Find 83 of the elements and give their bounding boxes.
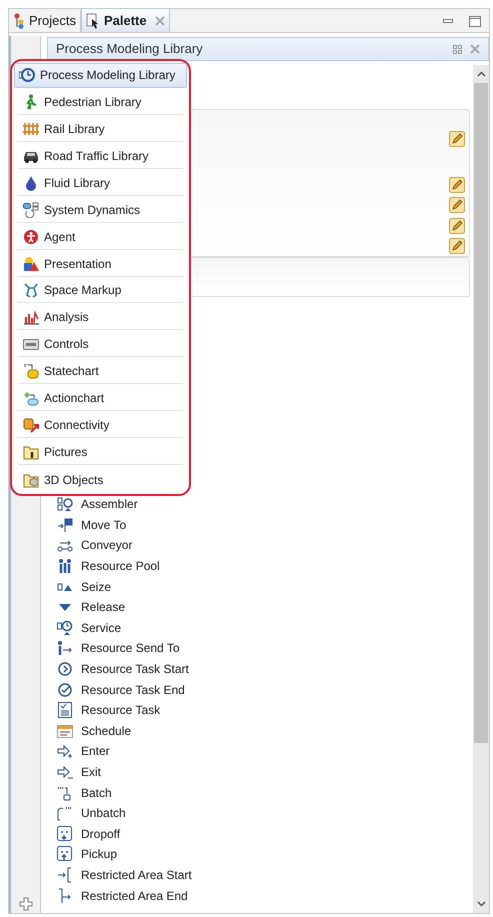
library-title: Process Modeling Library xyxy=(56,40,203,58)
palette-item[interactable]: Exit xyxy=(57,762,102,782)
pencil-icon[interactable] xyxy=(449,218,465,234)
palette-item[interactable]: Resource Pool xyxy=(57,556,160,576)
palette-item[interactable]: Assembler xyxy=(57,494,138,515)
library-menu-item[interactable]: Space Markup xyxy=(18,278,183,304)
library-menu-item[interactable]: Controls xyxy=(18,332,183,358)
library-menu-item[interactable]: Statechart xyxy=(18,359,183,384)
library-menu-item[interactable]: 3D Objects xyxy=(18,467,183,492)
person-badge-icon xyxy=(23,228,39,245)
shapes-icon xyxy=(23,256,39,272)
library-menu-item[interactable]: Fluid Library xyxy=(18,170,183,196)
calendar-icon xyxy=(57,722,73,739)
palette-item[interactable]: Seize xyxy=(57,576,112,597)
library-menu-item[interactable]: Presentation xyxy=(18,252,183,276)
library-menu-item[interactable]: Road Traffic Library xyxy=(18,144,183,169)
connector-icon xyxy=(23,417,39,434)
scrollbar[interactable] xyxy=(473,65,489,913)
button-control-icon xyxy=(23,336,39,352)
library-menu-item[interactable]: System Dynamics xyxy=(18,198,183,223)
palette-item[interactable]: Resource Send To xyxy=(57,638,180,659)
pencil-icon[interactable] xyxy=(449,197,465,214)
palette-item[interactable]: Service xyxy=(57,618,122,638)
palette-item[interactable]: Restricted Area End xyxy=(57,885,188,906)
drop-icon xyxy=(23,174,39,191)
pencil-icon[interactable] xyxy=(449,176,465,193)
box-folder-icon xyxy=(23,472,39,488)
network-icon xyxy=(23,282,39,298)
palette-item[interactable]: Batch xyxy=(57,782,112,803)
view-tab[interactable]: Palette xyxy=(80,8,170,32)
grid-icon[interactable] xyxy=(453,44,462,54)
library-menu-item[interactable]: Connectivity xyxy=(18,413,183,438)
corner-arrow-icon xyxy=(57,888,73,904)
person-arrow-icon xyxy=(57,640,73,656)
palette-item[interactable]: Resource Task xyxy=(57,700,160,721)
scroll-down-icon[interactable] xyxy=(476,901,486,907)
maximize-icon[interactable] xyxy=(469,16,481,27)
minimize-icon[interactable] xyxy=(443,19,453,23)
palette-item[interactable]: Unbatch xyxy=(57,802,126,824)
picture-folder-icon xyxy=(23,444,39,460)
palette-item[interactable]: Conveyor xyxy=(57,535,132,556)
palette-item[interactable]: Restricted Area Start xyxy=(57,864,192,886)
checklist-icon xyxy=(57,702,73,718)
library-menu-item[interactable]: Actionchart xyxy=(18,386,183,412)
enter-arrow-icon xyxy=(57,743,73,760)
plus-icon[interactable] xyxy=(18,897,32,911)
library-menu-item[interactable]: Pedestrian Library xyxy=(18,90,183,115)
circled-check-icon xyxy=(57,682,73,698)
library-menu-item[interactable]: Pictures xyxy=(18,440,183,466)
flow-diagram-icon xyxy=(23,202,39,218)
clock-icon xyxy=(19,67,35,84)
statechart-icon xyxy=(23,363,39,380)
unbatch-icon xyxy=(57,805,73,822)
palette-item[interactable]: Release xyxy=(57,596,126,618)
library-menu-item[interactable]: Agent xyxy=(18,224,183,250)
pencil-icon[interactable] xyxy=(449,131,465,148)
palette-item[interactable]: Resource Task Start xyxy=(57,658,189,680)
palette-item[interactable]: Resource Task End xyxy=(57,679,185,700)
palette-cursor-icon xyxy=(86,12,100,28)
people-icon xyxy=(57,558,73,574)
bar-chart-icon xyxy=(23,309,39,326)
palette-item[interactable]: Schedule xyxy=(57,720,132,742)
batch-icon xyxy=(57,784,73,801)
bracket-arrow-icon xyxy=(57,866,73,883)
library-menu-item[interactable]: Analysis xyxy=(18,305,183,330)
pickup-icon xyxy=(57,846,73,862)
scroll-up-icon[interactable] xyxy=(476,71,486,77)
palette-item[interactable]: Move To xyxy=(57,514,126,536)
scrollbar-thumb[interactable] xyxy=(474,83,488,743)
palette-item[interactable]: Enter xyxy=(57,741,110,762)
palette-item[interactable]: Dropoff xyxy=(57,824,120,844)
assembler-icon xyxy=(57,496,73,512)
library-menu-item[interactable]: Process Modeling Library xyxy=(14,63,187,88)
library-menu-item[interactable]: Rail Library xyxy=(18,116,183,142)
clock-icon xyxy=(57,620,73,636)
project-tree-icon xyxy=(13,13,25,29)
palette-item[interactable]: Pickup xyxy=(57,844,118,865)
rail-track-icon xyxy=(23,120,39,137)
dropoff-icon xyxy=(57,826,73,842)
pencil-icon[interactable] xyxy=(449,238,465,254)
actionchart-icon xyxy=(23,390,39,406)
exit-arrow-icon xyxy=(57,764,73,780)
flag-arrow-icon xyxy=(57,516,73,533)
